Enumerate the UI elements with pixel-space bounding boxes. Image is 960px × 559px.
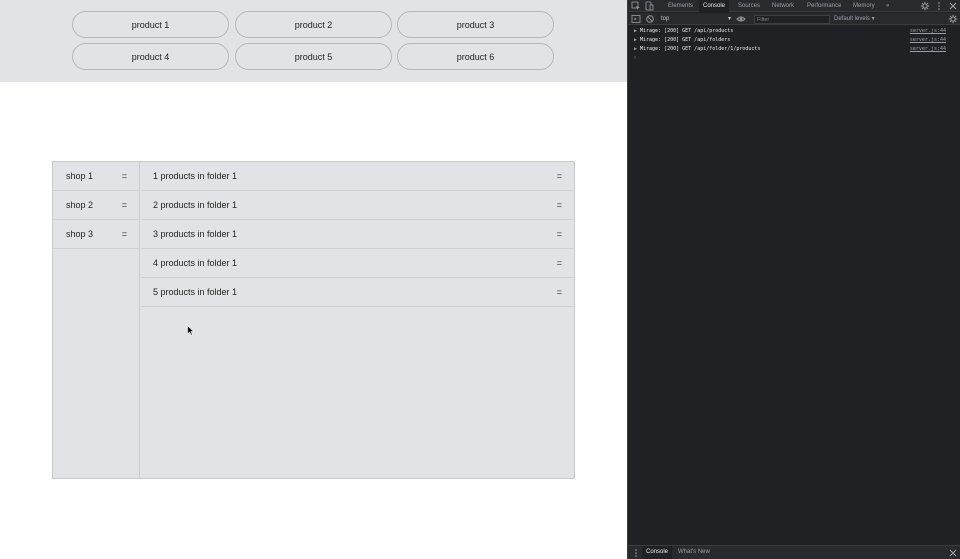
console-message[interactable]: ▶ Mirage: [200] GET /api/folders server.…: [628, 36, 960, 45]
app-viewport: product 1 product 2 product 3 product 4 …: [0, 0, 627, 559]
drag-handle-icon[interactable]: =: [557, 171, 562, 181]
drag-handle-icon[interactable]: =: [122, 229, 127, 239]
product-button-2[interactable]: product 2: [235, 11, 392, 38]
tab-elements[interactable]: Elements: [664, 0, 697, 12]
folder-product-item[interactable]: 3 products in folder 1 =: [141, 220, 574, 249]
folder-product-item[interactable]: 2 products in folder 1 =: [141, 191, 574, 220]
console-prompt[interactable]: ›: [634, 55, 636, 61]
console-source-link[interactable]: server.js:44: [910, 36, 946, 45]
tab-memory[interactable]: Memory: [849, 0, 879, 12]
tab-network[interactable]: Network: [768, 0, 798, 12]
sidebar-toggle-icon[interactable]: [631, 14, 641, 24]
eye-icon[interactable]: [736, 14, 746, 24]
folder-product-item[interactable]: 1 products in folder 1 =: [141, 162, 574, 191]
close-icon[interactable]: [948, 1, 958, 11]
product-bar: product 1 product 2 product 3 product 4 …: [0, 0, 627, 82]
folder-product-label: 1 products in folder 1: [153, 171, 238, 181]
shop-label: shop 1: [66, 171, 94, 181]
drag-handle-icon[interactable]: =: [557, 200, 562, 210]
drag-handle-icon[interactable]: =: [557, 229, 562, 239]
expand-arrow-icon[interactable]: ▶: [634, 27, 637, 36]
devtools-tab-bar: Elements Console Sources Network Perform…: [628, 0, 960, 12]
log-levels-select[interactable]: Default levels ▾: [834, 14, 894, 24]
more-tabs-button[interactable]: »: [882, 0, 893, 12]
shop-label: shop 2: [66, 200, 94, 210]
folder-product-label: 3 products in folder 1: [153, 229, 238, 239]
tab-console[interactable]: Console: [699, 0, 730, 12]
console-message-text: Mirage: [200] GET /api/products: [640, 28, 734, 34]
drawer-close-icon[interactable]: [948, 548, 958, 558]
product-button-4[interactable]: product 4: [72, 43, 229, 70]
inspect-element-icon[interactable]: [631, 1, 641, 11]
folder-product-item[interactable]: 5 products in folder 1 =: [141, 278, 574, 307]
clear-console-icon[interactable]: [645, 14, 655, 24]
drag-handle-icon[interactable]: =: [557, 287, 562, 297]
drawer-menu-icon[interactable]: [631, 548, 641, 558]
shop-folder-panel: shop 1 = shop 2 = shop 3 = 1 products in…: [52, 161, 575, 479]
product-button-3[interactable]: product 3: [397, 11, 554, 38]
console-message[interactable]: ▶ Mirage: [200] GET /api/folder/1/produc…: [628, 45, 960, 54]
tab-performance[interactable]: Performance: [803, 0, 845, 12]
folder-product-label: 4 products in folder 1: [153, 258, 238, 268]
drawer-tab-whats-new[interactable]: What's New: [674, 546, 714, 559]
folder-product-label: 5 products in folder 1: [153, 287, 238, 297]
console-source-link[interactable]: server.js:44: [910, 27, 946, 36]
console-toolbar: top ▾ Default levels ▾: [628, 13, 960, 25]
expand-arrow-icon[interactable]: ▶: [634, 36, 637, 45]
drag-handle-icon[interactable]: =: [557, 258, 562, 268]
devtools-panel: Elements Console Sources Network Perform…: [627, 0, 960, 559]
drag-handle-icon[interactable]: =: [122, 200, 127, 210]
product-button-1[interactable]: product 1: [72, 11, 229, 38]
shop-list: shop 1 = shop 2 = shop 3 =: [53, 162, 140, 478]
console-source-link[interactable]: server.js:44: [910, 45, 946, 54]
product-button-6[interactable]: product 6: [397, 43, 554, 70]
product-button-5[interactable]: product 5: [235, 43, 392, 70]
drawer-tab-console[interactable]: Console: [642, 546, 673, 559]
drag-handle-icon[interactable]: =: [122, 171, 127, 181]
shop-label: shop 3: [66, 229, 94, 239]
console-settings-gear-icon[interactable]: [948, 14, 958, 24]
console-message[interactable]: ▶ Mirage: [200] GET /api/products server…: [628, 27, 960, 36]
mouse-cursor-icon: [187, 325, 195, 336]
tab-sources[interactable]: Sources: [734, 0, 764, 12]
device-toolbar-icon[interactable]: [644, 1, 654, 11]
expand-arrow-icon[interactable]: ▶: [634, 45, 637, 54]
console-message-text: Mirage: [200] GET /api/folders: [640, 37, 731, 43]
console-message-text: Mirage: [200] GET /api/folder/1/products: [640, 46, 761, 52]
context-select[interactable]: top ▾: [661, 14, 731, 24]
chevron-down-icon: ▾: [727, 16, 731, 22]
settings-gear-icon[interactable]: [920, 1, 930, 11]
filter-input[interactable]: [754, 15, 830, 24]
drawer-tab-bar: Console What's New: [628, 545, 960, 559]
shop-item[interactable]: shop 2 =: [53, 191, 139, 220]
folder-product-label: 2 products in folder 1: [153, 200, 238, 210]
shop-item[interactable]: shop 1 =: [53, 162, 139, 191]
shop-item[interactable]: shop 3 =: [53, 220, 139, 249]
context-value: top: [661, 16, 670, 22]
kebab-menu-icon[interactable]: [934, 1, 944, 11]
folder-product-item[interactable]: 4 products in folder 1 =: [141, 249, 574, 278]
